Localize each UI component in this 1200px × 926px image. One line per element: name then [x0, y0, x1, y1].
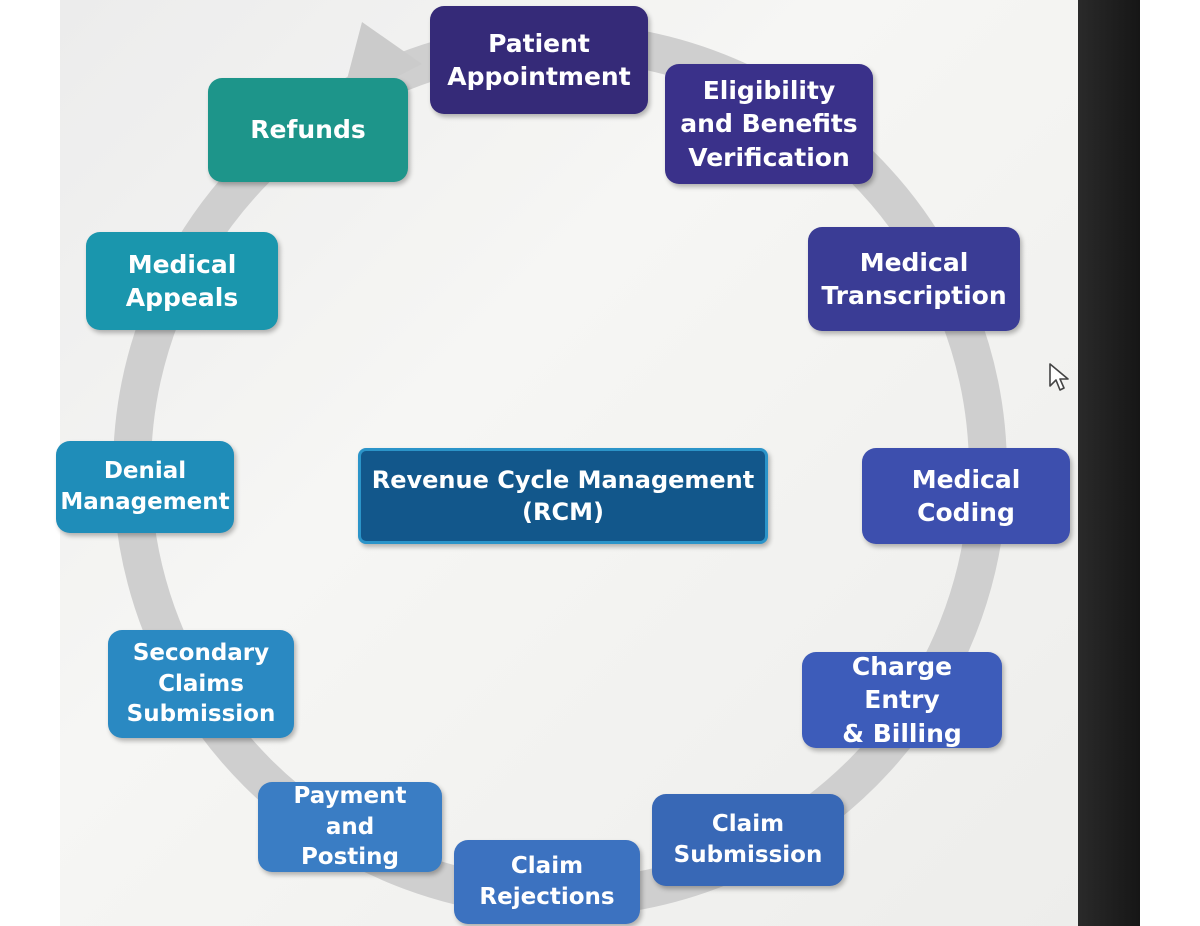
step-claim-rejections: Claim Rejections — [454, 840, 640, 924]
step-medical-transcription: Medical Transcription — [808, 227, 1020, 331]
step-eligibility-verification: Eligibility and Benefits Verification — [665, 64, 873, 184]
step-medical-coding: Medical Coding — [862, 448, 1070, 544]
step-charge-entry-billing: Charge Entry & Billing — [802, 652, 1002, 748]
step-claim-submission: Claim Submission — [652, 794, 844, 886]
step-denial-management: Denial Management — [56, 441, 234, 533]
step-patient-appointment: Patient Appointment — [430, 6, 648, 114]
step-medical-appeals: Medical Appeals — [86, 232, 278, 330]
step-refunds: Refunds — [208, 78, 408, 182]
photo-stage: Patient Appointment Eligibility and Bene… — [0, 0, 1200, 926]
step-secondary-claims-submission: Secondary Claims Submission — [108, 630, 294, 738]
center-rcm-title: Revenue Cycle Management (RCM) — [358, 448, 768, 544]
step-payment-posting: Payment and Posting — [258, 782, 442, 872]
mouse-pointer-icon — [1049, 363, 1069, 391]
